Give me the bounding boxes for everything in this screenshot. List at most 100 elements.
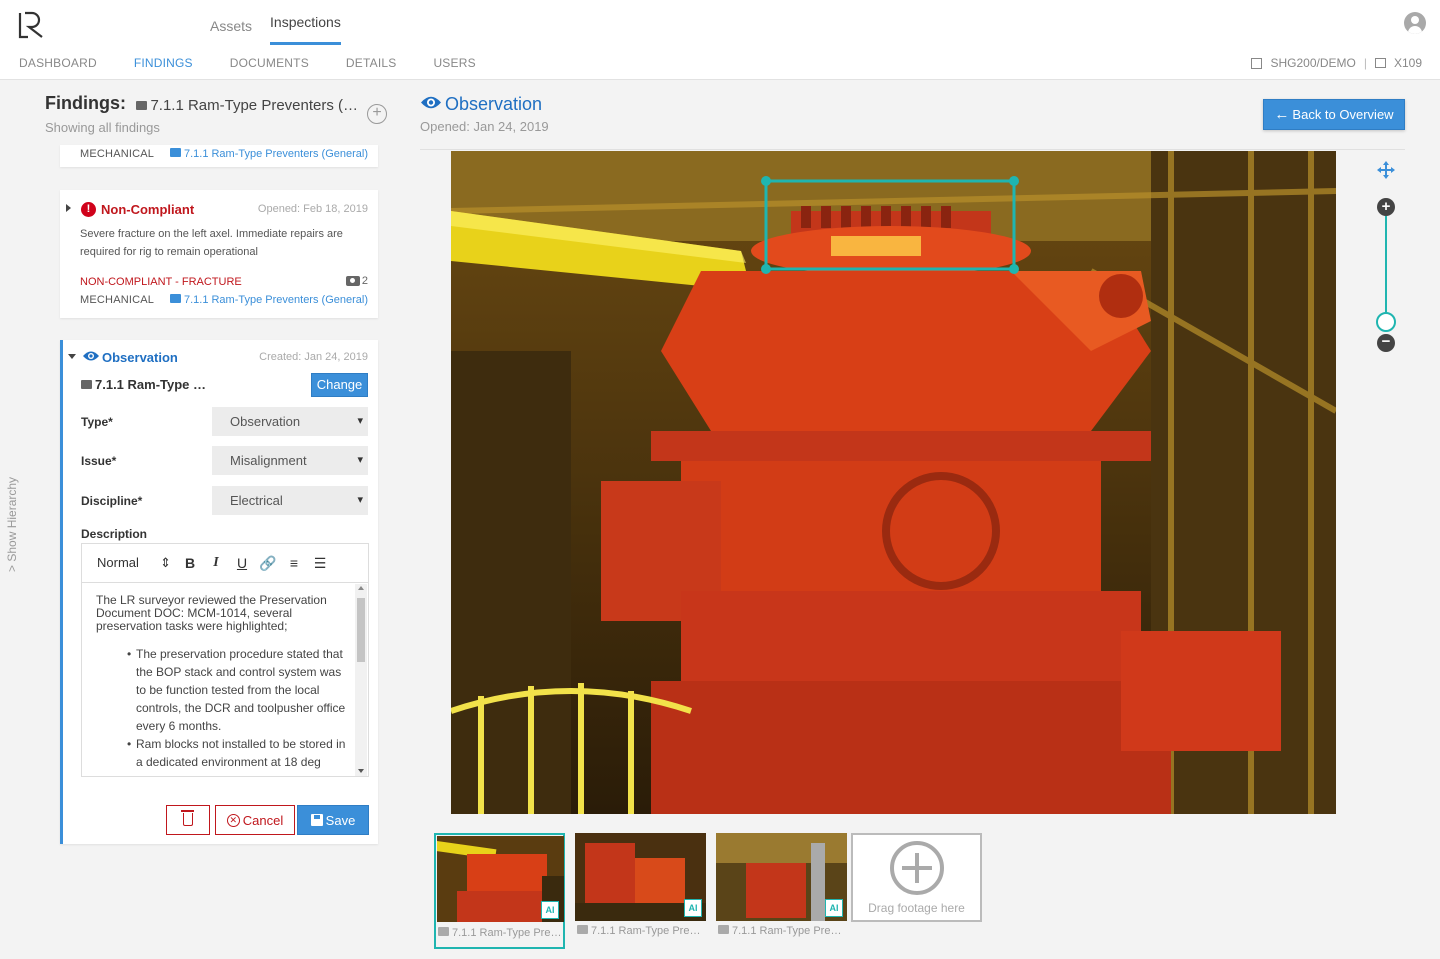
findings-title: Findings: bbox=[45, 93, 126, 113]
add-circle-icon bbox=[890, 841, 944, 895]
nav-documents[interactable]: DOCUMENTS bbox=[230, 56, 309, 70]
finding-asset-link[interactable]: 7.1.1 Ram-Type Preventers (General) bbox=[169, 294, 368, 306]
finding-card-observation-edit: Observation Created: Jan 24, 2019 7.1.1 … bbox=[60, 340, 378, 844]
editor-paragraph: The LR surveyor reviewed the Preservatio… bbox=[96, 593, 327, 633]
bold-button[interactable]: B bbox=[177, 555, 203, 571]
eye-icon bbox=[83, 351, 99, 361]
asset-cube-icon bbox=[81, 380, 92, 389]
scroll-up-icon[interactable] bbox=[358, 586, 364, 590]
findings-subtitle: Showing all findings bbox=[45, 120, 160, 135]
collapse-caret-icon[interactable] bbox=[68, 354, 76, 359]
finding-description: Severe fracture on the left axel. Immedi… bbox=[80, 228, 343, 258]
expand-caret-icon[interactable] bbox=[66, 204, 71, 212]
tab-inspections[interactable]: Inspections bbox=[270, 10, 341, 45]
finding-asset-link[interactable]: 7.1.1 Ram-Type Preventers (General) bbox=[169, 148, 368, 160]
description-label: Description bbox=[81, 527, 148, 541]
finding-card-noncompliant[interactable]: ! Non-Compliant Opened: Feb 18, 2019 Sev… bbox=[60, 190, 378, 318]
divider bbox=[420, 149, 1405, 150]
zoom-in-icon[interactable]: + bbox=[1377, 198, 1395, 216]
finding-status: Non-Compliant bbox=[101, 202, 195, 217]
asset-cube-icon bbox=[438, 927, 449, 936]
zoom-slider-track[interactable] bbox=[1385, 216, 1387, 320]
editor-scrollbar[interactable] bbox=[355, 584, 367, 776]
zoom-slider-handle[interactable] bbox=[1376, 312, 1396, 332]
issue-label: Issue* bbox=[81, 454, 117, 468]
dropzone-label: Drag footage here bbox=[868, 901, 965, 915]
discipline-label: Discipline* bbox=[81, 494, 143, 508]
thumbnail-3[interactable]: AI 7.1.1 Ram-Type Preventers (General) bbox=[716, 833, 847, 949]
inspection-photo[interactable] bbox=[451, 151, 1336, 814]
scrollbar-thumb[interactable] bbox=[357, 598, 365, 662]
asset-cube-icon bbox=[169, 294, 181, 303]
tab-assets[interactable]: Assets bbox=[210, 14, 252, 45]
add-finding-icon[interactable]: + bbox=[367, 104, 387, 124]
finding-category: MECHANICAL bbox=[80, 294, 155, 306]
zoom-controls: + − bbox=[1372, 158, 1400, 358]
thumbnail-label: 7.1.1 Ram-Type Preventers (General) bbox=[718, 925, 845, 937]
zoom-out-icon[interactable]: − bbox=[1377, 334, 1395, 352]
eye-icon bbox=[421, 96, 441, 109]
sub-nav: DASHBOARD FINDINGS DOCUMENTS DETAILS USE… bbox=[19, 56, 513, 70]
delete-button[interactable] bbox=[166, 805, 210, 835]
findings-header: Findings: 7.1.1 Ram-Type Preventers (Gen… bbox=[45, 93, 390, 135]
back-to-overview-button[interactable]: ← Back to Overview bbox=[1263, 99, 1405, 130]
underline-button[interactable]: U bbox=[229, 555, 255, 571]
save-disk-icon bbox=[310, 814, 323, 826]
bullet-list-icon[interactable]: ☰ bbox=[307, 555, 333, 572]
lr-logo[interactable] bbox=[16, 10, 46, 40]
text-style-select[interactable]: Normal ⇕ bbox=[97, 555, 177, 571]
ai-badge: AI bbox=[825, 899, 843, 917]
ai-badge: AI bbox=[541, 901, 559, 919]
editor-content[interactable]: The LR surveyor reviewed the Preservatio… bbox=[82, 584, 356, 776]
thumbnail-2[interactable]: AI 7.1.1 Ram-Type Preventers (General) bbox=[575, 833, 706, 949]
finding-category: MECHANICAL bbox=[80, 148, 155, 160]
finding-created-date: Created: Jan 24, 2019 bbox=[259, 351, 368, 363]
italic-button[interactable]: I bbox=[203, 555, 229, 571]
finding-card-partial[interactable]: MECHANICAL 7.1.1 Ram-Type Preventers (Ge… bbox=[60, 145, 378, 167]
asset-cube-icon bbox=[169, 148, 181, 157]
nav-dashboard[interactable]: DASHBOARD bbox=[19, 56, 97, 70]
cancel-button[interactable]: ✕ Cancel bbox=[215, 805, 295, 835]
change-asset-button[interactable]: Change bbox=[311, 373, 368, 397]
trash-icon bbox=[181, 810, 194, 826]
link-icon[interactable]: 🔗 bbox=[255, 555, 281, 572]
save-button[interactable]: Save bbox=[297, 805, 369, 835]
editor-toolbar: Normal ⇕ B I U 🔗 ≡ ☰ bbox=[82, 544, 368, 583]
scroll-down-icon[interactable] bbox=[358, 769, 364, 773]
arrow-left-icon: ← bbox=[1274, 106, 1290, 123]
asset-cube-icon bbox=[577, 925, 588, 934]
ordered-list-icon[interactable]: ≡ bbox=[281, 555, 307, 571]
user-avatar-icon[interactable] bbox=[1404, 12, 1426, 34]
nav-users[interactable]: USERS bbox=[433, 56, 475, 70]
finding-status: Observation bbox=[102, 350, 178, 365]
type-select[interactable]: Observation bbox=[212, 407, 368, 436]
issue-select[interactable]: Misalignment bbox=[212, 446, 368, 475]
finding-opened-date: Opened: Feb 18, 2019 bbox=[257, 203, 368, 215]
nav-details[interactable]: DETAILS bbox=[346, 56, 397, 70]
show-hierarchy-toggle[interactable]: > Show Hierarchy bbox=[5, 477, 19, 572]
asset-cube-icon bbox=[718, 925, 729, 934]
drag-footage-dropzone[interactable]: Drag footage here bbox=[851, 833, 982, 922]
top-tabs: Assets Inspections bbox=[210, 10, 341, 45]
thumbnail-label: 7.1.1 Ram-Type Preventers (General) bbox=[438, 927, 565, 939]
close-circle-icon: ✕ bbox=[226, 813, 240, 827]
camera-icon bbox=[345, 276, 360, 286]
photo-count: 2 bbox=[345, 275, 368, 287]
move-arrows-icon[interactable] bbox=[1376, 160, 1396, 180]
project-code[interactable]: SHG200/DEMO bbox=[1270, 56, 1355, 70]
asset-cube-icon bbox=[136, 101, 148, 110]
thumbnail-1[interactable]: AI 7.1.1 Ram-Type Preventers (General) bbox=[434, 833, 565, 949]
finding-asset: 7.1.1 Ram-Type Preventers (General) bbox=[81, 377, 211, 392]
edit-icon bbox=[1251, 57, 1263, 69]
vessel-code[interactable]: X109 bbox=[1394, 56, 1422, 70]
project-info: SHG200/DEMO | X109 bbox=[1251, 56, 1422, 70]
finding-tag: NON-COMPLIANT - FRACTURE bbox=[80, 276, 242, 288]
nav-findings[interactable]: FINDINGS bbox=[134, 56, 193, 70]
alert-icon: ! bbox=[81, 202, 96, 217]
divider: | bbox=[1363, 56, 1367, 70]
discipline-select[interactable]: Electrical bbox=[212, 486, 368, 515]
type-label: Type* bbox=[81, 415, 113, 429]
editor-bullet: Ram blocks not installed to be stored in… bbox=[127, 735, 348, 771]
observation-opened-date: Opened: Jan 24, 2019 bbox=[420, 119, 549, 134]
findings-asset: 7.1.1 Ram-Type Preventers (General) bbox=[136, 97, 366, 114]
